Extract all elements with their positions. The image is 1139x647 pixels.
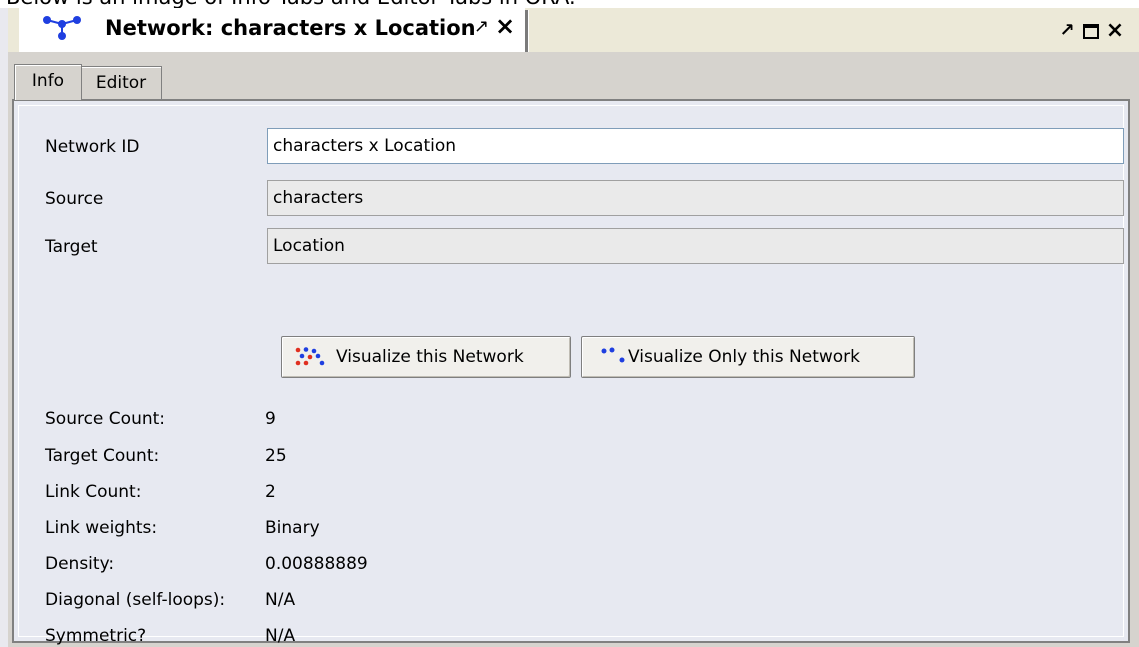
network-icon [43, 16, 81, 40]
window-controls: ↗ × [1057, 18, 1125, 44]
target-count-label: Target Count: [45, 446, 160, 466]
caption-text: Below is an image of Info Tabs and Edito… [0, 0, 1139, 8]
diagonal-label: Diagonal (self-loops): [45, 590, 226, 610]
tab-separator [525, 10, 529, 52]
tab-title: Network: characters x Location [105, 16, 476, 40]
network-tab[interactable]: Network: characters x Location ↗ × [19, 8, 525, 52]
window-edge [0, 8, 8, 647]
close-icon[interactable]: × [495, 13, 517, 39]
link-weights-value: Binary [265, 518, 320, 538]
source-label: Source [45, 189, 104, 209]
network-content: Info Editor Network ID characters x Loca… [8, 52, 1139, 647]
target-field: Location [267, 228, 1124, 264]
close-icon[interactable]: × [1105, 18, 1125, 44]
density-value: 0.00888889 [265, 554, 368, 574]
network-id-label: Network ID [45, 137, 140, 157]
info-panel-inner: Network ID characters x Location Source … [18, 105, 1124, 646]
source-count-label: Source Count: [45, 409, 166, 429]
info-panel: Network ID characters x Location Source … [12, 99, 1130, 646]
pin-icon[interactable]: ↗ [474, 16, 490, 38]
maximize-icon[interactable] [1083, 23, 1099, 39]
network-id-field[interactable]: characters x Location [267, 128, 1124, 164]
source-field: characters [267, 180, 1124, 216]
target-count-value: 25 [265, 446, 287, 466]
target-label: Target [45, 237, 98, 257]
diagonal-value: N/A [265, 590, 296, 610]
visualize-network-label: Visualize this Network [336, 347, 524, 367]
visualize-only-network-label: Visualize Only this Network [628, 347, 861, 367]
source-count-value: 9 [265, 409, 276, 429]
pin-icon[interactable]: ↗ [1057, 18, 1077, 44]
density-label: Density: [45, 554, 115, 574]
visualize-network-button[interactable]: Visualize this Network [281, 336, 571, 378]
symmetric-value: N/A [265, 626, 296, 646]
symmetric-label: Symmetric? [45, 626, 147, 646]
link-weights-label: Link weights: [45, 518, 158, 538]
network-window: Network: characters x Location ↗ × ↗ × I… [0, 8, 1139, 647]
link-count-value: 2 [265, 482, 276, 502]
tab-info[interactable]: Info [14, 64, 82, 100]
link-count-label: Link Count: [45, 482, 142, 502]
visualize-only-network-button[interactable]: Visualize Only this Network [581, 336, 915, 378]
window-titlebar: Network: characters x Location ↗ × ↗ × [8, 8, 1139, 52]
tab-editor[interactable]: Editor [80, 66, 162, 99]
